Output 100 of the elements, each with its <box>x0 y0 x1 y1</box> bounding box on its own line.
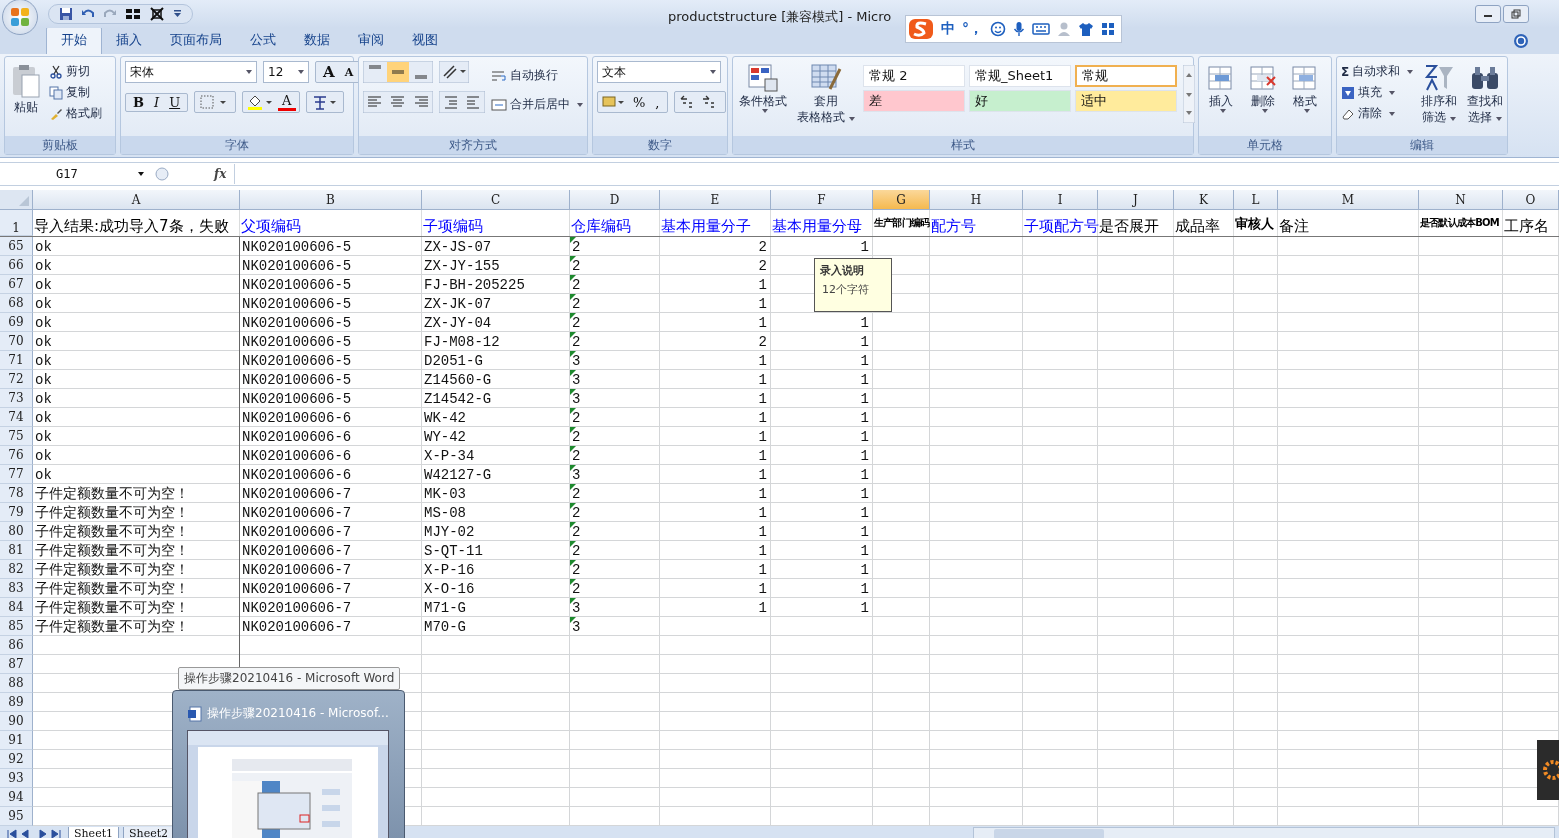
column-header[interactable]: M <box>1278 190 1419 210</box>
row-header[interactable]: 68 <box>0 294 33 313</box>
apps-icon[interactable] <box>1101 22 1115 36</box>
save-icon[interactable] <box>59 7 73 21</box>
row-header[interactable]: 87 <box>0 655 33 674</box>
row-header[interactable]: 72 <box>0 370 33 389</box>
merge-center-button[interactable]: 合并后居中 <box>491 96 583 113</box>
row-header[interactable]: 69 <box>0 313 33 332</box>
cell-style[interactable]: 适中 <box>1075 90 1177 112</box>
sheet-navigation-icon[interactable] <box>4 827 64 838</box>
horizontal-align-icon[interactable] <box>363 91 433 113</box>
font-style-button[interactable]: I <box>150 94 164 110</box>
fullscreen-icon[interactable] <box>149 7 165 21</box>
column-header[interactable]: D <box>570 190 660 210</box>
font-style-button[interactable]: U <box>165 94 185 110</box>
row-header[interactable]: 92 <box>0 750 33 769</box>
ribbon-tab[interactable]: 开始 <box>46 26 102 54</box>
minimize-button[interactable] <box>1475 5 1501 23</box>
row-header[interactable]: 94 <box>0 788 33 807</box>
column-header[interactable]: G <box>873 190 930 210</box>
column-header[interactable]: I <box>1023 190 1098 210</box>
find-select-button[interactable]: 查找和 选择 <box>1465 61 1506 127</box>
font-name-field[interactable]: 宋体 <box>125 61 257 83</box>
column-header[interactable]: H <box>930 190 1023 210</box>
row-header[interactable]: 70 <box>0 332 33 351</box>
column-header[interactable]: K <box>1174 190 1234 210</box>
clipboard-button[interactable]: 剪切 <box>49 63 102 80</box>
sort-filter-button[interactable]: 排序和 筛选 <box>1419 61 1460 127</box>
cell-style[interactable]: 常规_Sheet1 <box>969 65 1071 87</box>
row-header[interactable]: 67 <box>0 275 33 294</box>
conditional-format-button[interactable]: 条件格式 <box>737 61 789 115</box>
formula-bar-handle[interactable] <box>152 166 172 182</box>
ime-mode[interactable]: 中 <box>941 20 955 38</box>
vertical-align-icon[interactable] <box>363 61 433 83</box>
wrap-text-button[interactable]: 自动换行 <box>491 67 583 84</box>
ribbon-tab[interactable]: 审阅 <box>344 27 398 54</box>
row-header[interactable]: 66 <box>0 256 33 275</box>
insert-function-button[interactable]: fx <box>214 167 227 181</box>
column-header[interactable]: L <box>1234 190 1278 210</box>
row-header[interactable]: 71 <box>0 351 33 370</box>
grow-font-button[interactable]: A <box>319 63 339 81</box>
row-header[interactable]: 86 <box>0 636 33 655</box>
shrink-font-button[interactable]: A <box>340 65 358 79</box>
font-size-field[interactable]: 12 <box>263 61 309 83</box>
row-header[interactable]: 83 <box>0 579 33 598</box>
format-as-table-button[interactable]: 套用 表格格式 <box>795 61 857 127</box>
office-button[interactable] <box>2 0 38 35</box>
row-header[interactable]: 77 <box>0 465 33 484</box>
font-style-button[interactable]: B <box>129 94 148 110</box>
smiley-icon[interactable] <box>990 21 1006 37</box>
microphone-icon[interactable] <box>1013 21 1025 37</box>
row-header[interactable]: 93 <box>0 769 33 788</box>
clipboard-button[interactable]: 格式刷 <box>49 105 102 122</box>
row-header[interactable]: 80 <box>0 522 33 541</box>
grid-icon[interactable] <box>125 7 141 21</box>
row-header[interactable]: 78 <box>0 484 33 503</box>
cell-style[interactable]: 常规 2 <box>863 65 965 87</box>
cells-button[interactable]: 插入 <box>1203 61 1239 115</box>
fill-button[interactable]: 填充 <box>1341 84 1414 101</box>
cell-style[interactable]: 好 <box>969 90 1071 112</box>
row-header[interactable]: 65 <box>0 237 33 256</box>
ribbon-tab[interactable]: 公式 <box>236 27 290 54</box>
row-header[interactable]: 90 <box>0 712 33 731</box>
horizontal-scrollbar[interactable] <box>973 826 1555 838</box>
clear-button[interactable]: 清除 <box>1341 105 1414 122</box>
row-header[interactable]: 74 <box>0 408 33 427</box>
row-header[interactable]: 79 <box>0 503 33 522</box>
ribbon-tab[interactable]: 插入 <box>102 27 156 54</box>
customize-icon[interactable] <box>173 9 182 19</box>
column-header[interactable]: N <box>1419 190 1503 210</box>
help-icon[interactable] <box>1513 33 1529 49</box>
row-header[interactable]: 88 <box>0 674 33 693</box>
number-format-field[interactable]: 文本 <box>597 61 721 83</box>
orientation-icon[interactable] <box>439 61 469 83</box>
column-header[interactable]: F <box>771 190 873 210</box>
row-header[interactable]: 85 <box>0 617 33 636</box>
sheet-tab[interactable]: Sheet1 <box>68 826 120 838</box>
clipboard-button[interactable]: 复制 <box>49 84 102 101</box>
row-header[interactable]: 84 <box>0 598 33 617</box>
column-header[interactable]: O <box>1503 190 1559 210</box>
column-header[interactable]: B <box>240 190 422 210</box>
autosum-button[interactable]: Σ 自动求和 <box>1341 63 1414 80</box>
row-header[interactable]: 91 <box>0 731 33 750</box>
ribbon-tab[interactable]: 数据 <box>290 27 344 54</box>
percent-button[interactable]: % <box>629 94 650 110</box>
row-header[interactable]: 76 <box>0 446 33 465</box>
row-header[interactable]: 95 <box>0 807 33 826</box>
ime-punctuation[interactable]: °， <box>962 20 983 38</box>
cells-button[interactable]: 格式 <box>1287 61 1323 115</box>
cell-style[interactable]: 差 <box>863 90 965 112</box>
ime-logo-icon[interactable] <box>908 18 934 40</box>
column-header[interactable]: A <box>33 190 240 210</box>
row-header[interactable]: 75 <box>0 427 33 446</box>
restore-button[interactable] <box>1503 5 1529 23</box>
ribbon-tab[interactable]: 页面布局 <box>156 27 236 54</box>
styles-scroll[interactable] <box>1183 65 1195 123</box>
row-header[interactable]: 81 <box>0 541 33 560</box>
row-header[interactable]: 73 <box>0 389 33 408</box>
ribbon-tab[interactable]: 视图 <box>398 27 452 54</box>
cell-style[interactable]: 常规 <box>1075 65 1177 87</box>
